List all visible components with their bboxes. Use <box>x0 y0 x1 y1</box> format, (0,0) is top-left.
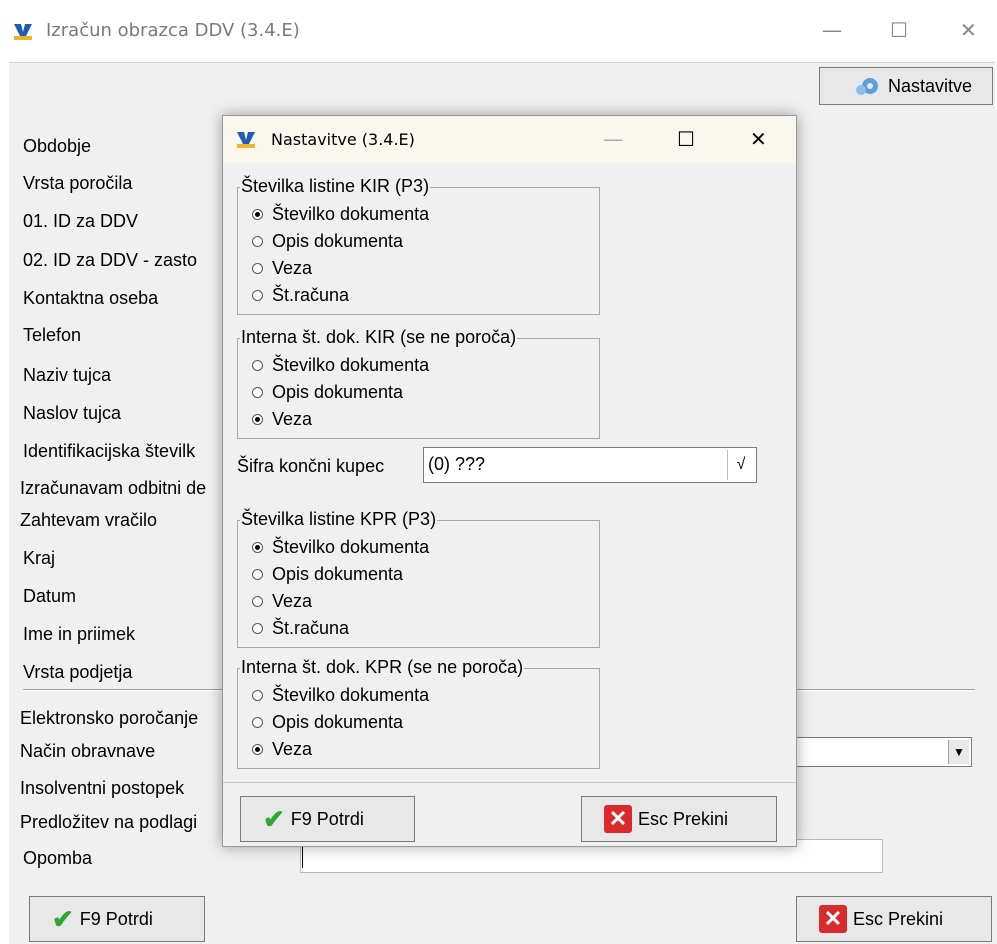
minimize-button[interactable]: — <box>822 18 842 42</box>
label-insolventni: Insolventni postopek <box>20 778 185 798</box>
label-opomba: Opomba <box>23 848 93 868</box>
label-id-ddv: 01. ID za DDV <box>23 211 139 231</box>
close-x-icon: ✕ <box>819 905 847 933</box>
dialog-cancel-button[interactable]: ✕ Esc Prekini <box>581 796 777 842</box>
label-izracunavam: Izračunavam odbitni de <box>20 478 207 498</box>
dialog-close-button[interactable]: ✕ <box>750 127 767 151</box>
radio-kir-stevilko[interactable]: Številko dokumenta <box>252 204 429 225</box>
radio-dot <box>252 236 263 247</box>
label-naslov-tujca: Naslov tujca <box>23 403 122 423</box>
radio-kpr-racun[interactable]: Št.računa <box>252 618 349 639</box>
label-identifikacijska: Identifikacijska številk <box>23 441 196 461</box>
window-title: Izračun obrazca DDV (3.4.E) <box>46 20 300 41</box>
label-predlozitev: Predložitev na podlagi <box>20 812 198 832</box>
radio-dot <box>252 623 263 634</box>
label-kraj: Kraj <box>23 548 56 568</box>
radio-dot <box>252 290 263 301</box>
radio-kir-opis[interactable]: Opis dokumenta <box>252 231 403 252</box>
radio-kir-int-opis[interactable]: Opis dokumenta <box>252 382 403 403</box>
radio-kir-int-stevilko[interactable]: Številko dokumenta <box>252 355 429 376</box>
maximize-button[interactable]: ☐ <box>890 18 908 42</box>
group-kir-interna-legend: Interna št. dok. KIR (se ne poroča) <box>240 327 518 348</box>
label-id-ddv-zastopnik: 02. ID za DDV - zasto <box>23 250 198 270</box>
group-kir-listina-legend: Številka listine KIR (P3) <box>240 176 431 197</box>
check-icon: ✔ <box>52 903 74 934</box>
main-cancel-label: Esc Prekini <box>853 908 944 929</box>
radio-dot <box>252 596 263 607</box>
close-x-icon: ✕ <box>604 805 632 833</box>
label-naziv-tujca: Naziv tujca <box>23 365 112 385</box>
sifra-koncni-kupec-label: Šifra končni kupec <box>237 456 385 476</box>
dialog-confirm-button[interactable]: ✔ F9 Potrdi <box>240 796 415 842</box>
dialog-maximize-button[interactable]: ☐ <box>677 127 695 151</box>
group-kpr-interna-legend: Interna št. dok. KPR (se ne poroča) <box>240 657 525 678</box>
dialog-title-bar: Nastavitve (3.4.E) — ☐ ✕ <box>223 116 796 163</box>
dialog-confirm-label: F9 Potrdi <box>290 808 364 829</box>
label-nacin-obravnave: Način obravnave <box>20 741 156 761</box>
radio-kir-veza[interactable]: Veza <box>252 258 312 279</box>
group-kir-listina: Številka listine KIR (P3) Številko dokum… <box>237 176 600 315</box>
label-vrsta-porocila: Vrsta poročila <box>23 173 133 193</box>
radio-kir-int-veza[interactable]: Veza <box>252 409 312 430</box>
radio-dot <box>252 717 263 728</box>
label-elektronsko: Elektronsko poročanje <box>20 708 199 728</box>
label-datum: Datum <box>23 586 77 606</box>
group-kpr-listina: Številka listine KPR (P3) Številko dokum… <box>237 509 600 648</box>
chevron-down-icon[interactable]: ▼ <box>948 740 969 764</box>
label-obdobje: Obdobje <box>23 136 92 156</box>
radio-dot <box>252 569 263 580</box>
radio-kpr-int-opis[interactable]: Opis dokumenta <box>252 712 403 733</box>
main-confirm-label: F9 Potrdi <box>79 908 153 929</box>
radio-kpr-veza[interactable]: Veza <box>252 591 312 612</box>
radio-kpr-int-stevilko[interactable]: Številko dokumenta <box>252 685 429 706</box>
radio-dot <box>252 414 263 425</box>
toolbar: Nastavitve <box>9 62 995 112</box>
label-vrsta-podjetja: Vrsta podjetja <box>23 662 133 682</box>
main-cancel-button[interactable]: ✕ Esc Prekini <box>796 896 992 942</box>
radio-dot <box>252 263 263 274</box>
dialog-cancel-label: Esc Prekini <box>638 808 729 829</box>
label-kontaktna-oseba: Kontaktna oseba <box>23 288 159 308</box>
main-confirm-button[interactable]: ✔ F9 Potrdi <box>29 896 205 942</box>
radio-dot <box>252 360 263 371</box>
gear-icon <box>856 78 878 95</box>
dialog-title: Nastavitve (3.4.E) <box>271 130 415 149</box>
radio-kpr-stevilko[interactable]: Številko dokumenta <box>252 537 429 558</box>
check-icon: ✔ <box>263 803 285 834</box>
label-zahtevam-vracilo: Zahtevam vračilo <box>20 510 158 530</box>
radio-kir-racun[interactable]: Št.računa <box>252 285 349 306</box>
text-cursor <box>302 846 303 868</box>
app-logo-icon <box>237 132 255 148</box>
group-kir-interna: Interna št. dok. KIR (se ne poroča) Štev… <box>237 327 600 439</box>
radio-dot <box>252 744 263 755</box>
close-button[interactable]: ✕ <box>960 18 977 42</box>
lookup-check-icon[interactable]: √ <box>727 450 754 480</box>
radio-dot <box>252 542 263 553</box>
settings-label: Nastavitve <box>888 75 973 96</box>
radio-kpr-int-veza[interactable]: Veza <box>252 739 312 760</box>
settings-dialog: Nastavitve (3.4.E) — ☐ ✕ Številka listin… <box>222 115 797 847</box>
dialog-minimize-button[interactable]: — <box>603 127 623 151</box>
radio-dot <box>252 690 263 701</box>
main-title-bar: Izračun obrazca DDV (3.4.E) — ☐ ✕ <box>0 0 997 62</box>
dialog-footer-separator <box>223 782 796 783</box>
settings-button[interactable]: Nastavitve <box>819 67 993 105</box>
group-kpr-listina-legend: Številka listine KPR (P3) <box>240 509 438 530</box>
group-kpr-interna: Interna št. dok. KPR (se ne poroča) Štev… <box>237 657 600 769</box>
label-telefon: Telefon <box>23 325 82 345</box>
radio-dot <box>252 209 263 220</box>
radio-kpr-opis[interactable]: Opis dokumenta <box>252 564 403 585</box>
sifra-koncni-kupec-input[interactable]: (0) ??? √ <box>423 447 757 483</box>
nacin-obravnave-select[interactable]: ▼ <box>794 737 972 767</box>
app-logo-icon <box>14 24 32 40</box>
label-ime-priimek: Ime in priimek <box>23 624 136 644</box>
radio-dot <box>252 387 263 398</box>
